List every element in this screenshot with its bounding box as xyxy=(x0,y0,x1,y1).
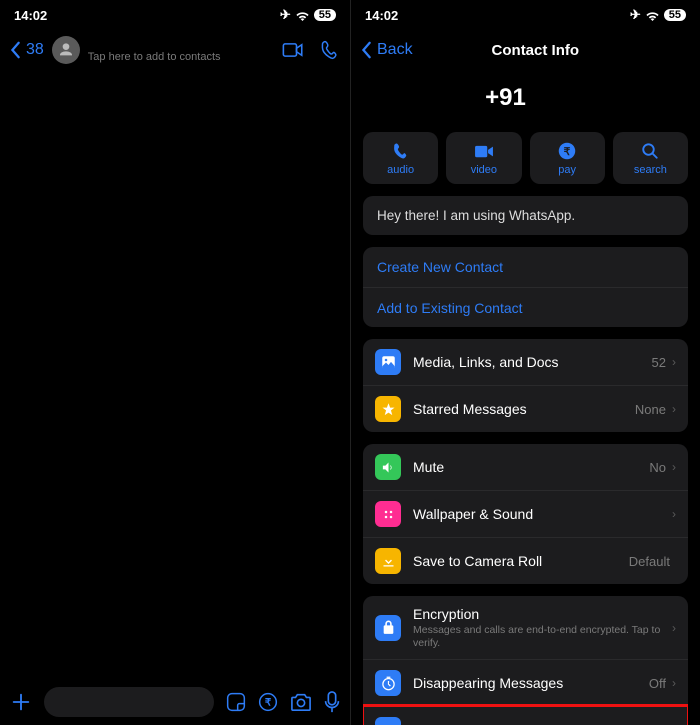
airplane-icon: ✈︎ xyxy=(630,7,641,23)
info-navbar: Back Contact Info xyxy=(351,30,700,70)
action-label: pay xyxy=(558,164,576,176)
speaker-icon xyxy=(375,454,401,480)
chat-navbar: 38 Tap here to add to contacts xyxy=(0,30,350,70)
mic-icon xyxy=(324,691,340,713)
disappearing-row[interactable]: Disappearing Messages Off › xyxy=(363,659,688,706)
mic-button[interactable] xyxy=(324,691,340,713)
row-label: Media, Links, and Docs xyxy=(413,354,652,370)
mute-row[interactable]: Mute No › xyxy=(363,444,688,490)
video-action[interactable]: video xyxy=(446,132,521,184)
chevron-right-icon: › xyxy=(672,460,676,474)
row-label: Encryption Messages and calls are end-to… xyxy=(413,606,672,649)
row-value: None xyxy=(635,402,666,417)
timer-icon xyxy=(375,670,401,696)
media-group: Media, Links, and Docs 52 › Starred Mess… xyxy=(363,339,688,432)
row-label: Add to Existing Contact xyxy=(377,300,676,316)
audio-action[interactable]: audio xyxy=(363,132,438,184)
chevron-right-icon: › xyxy=(672,402,676,416)
svg-text:₹: ₹ xyxy=(564,146,571,158)
photos-icon xyxy=(375,349,401,375)
lock-icon xyxy=(375,615,401,641)
row-value: Off xyxy=(649,676,666,691)
avatar[interactable] xyxy=(52,36,80,64)
wallpaper-icon xyxy=(375,501,401,527)
star-icon xyxy=(375,396,401,422)
clock: 14:02 xyxy=(365,8,398,23)
chat-screen: 14:02 ✈︎ 55 38 Tap here to add to contac… xyxy=(0,0,350,725)
airplane-icon: ✈︎ xyxy=(280,7,291,23)
create-contact-row[interactable]: Create New Contact xyxy=(363,247,688,287)
svg-text:₹: ₹ xyxy=(265,697,272,708)
rupee-icon: ₹ xyxy=(558,142,576,160)
battery-badge: 55 xyxy=(314,9,336,21)
row-label: Save to Camera Roll xyxy=(413,553,629,569)
download-icon xyxy=(375,548,401,574)
sticker-icon xyxy=(226,692,246,712)
row-label: Starred Messages xyxy=(413,401,635,417)
search-icon xyxy=(641,142,659,160)
video-icon xyxy=(474,145,494,158)
chevron-right-icon: › xyxy=(672,676,676,690)
rupee-icon: ₹ xyxy=(258,692,278,712)
action-label: audio xyxy=(387,164,414,176)
back-button[interactable]: 38 xyxy=(10,41,44,59)
contact-links-group: Create New Contact Add to Existing Conta… xyxy=(363,247,688,327)
starred-row[interactable]: Starred Messages None › xyxy=(363,385,688,432)
chevron-right-icon: › xyxy=(672,507,676,521)
chevron-left-icon xyxy=(10,41,22,59)
row-label: Create New Contact xyxy=(377,259,676,275)
plus-icon xyxy=(10,691,32,713)
pay-action[interactable]: ₹ pay xyxy=(530,132,605,184)
plus-button[interactable] xyxy=(10,691,32,713)
clock: 14:02 xyxy=(14,8,47,23)
back-count: 38 xyxy=(26,41,44,59)
wallpaper-row[interactable]: Wallpaper & Sound › xyxy=(363,490,688,537)
add-existing-contact-row[interactable]: Add to Existing Contact xyxy=(363,287,688,327)
wifi-icon xyxy=(645,10,660,21)
video-icon xyxy=(282,43,304,57)
sticker-button[interactable] xyxy=(226,692,246,712)
row-label: Wallpaper & Sound xyxy=(413,506,672,522)
input-bar: ₹ xyxy=(0,679,350,725)
video-call-button[interactable] xyxy=(282,43,304,57)
action-row: audio video ₹ pay search xyxy=(363,132,688,184)
row-value: Default xyxy=(629,554,670,569)
chat-lock-icon xyxy=(375,717,401,725)
settings-group: Mute No › Wallpaper & Sound › Save to Ca… xyxy=(363,444,688,584)
camera-button[interactable] xyxy=(290,692,312,712)
chevron-left-icon xyxy=(361,41,373,59)
phone-icon xyxy=(392,142,410,160)
audio-call-button[interactable] xyxy=(320,40,340,60)
camera-icon xyxy=(290,692,312,712)
chat-lock-row[interactable]: Chat Lock Off › xyxy=(363,706,688,725)
battery-badge: 55 xyxy=(664,9,686,21)
row-value: 52 xyxy=(652,355,666,370)
contact-info-screen: 14:02 ✈︎ 55 Back Contact Info +91 audio … xyxy=(350,0,700,725)
status-bar: 14:02 ✈︎ 55 xyxy=(351,0,700,30)
search-action[interactable]: search xyxy=(613,132,688,184)
phone-number: +91 xyxy=(350,70,700,132)
page-title: Contact Info xyxy=(381,42,690,59)
phone-icon xyxy=(320,40,340,60)
encryption-row[interactable]: Encryption Messages and calls are end-to… xyxy=(363,596,688,659)
person-icon xyxy=(58,42,74,58)
chevron-right-icon: › xyxy=(672,621,676,635)
status-text[interactable]: Hey there! I am using WhatsApp. xyxy=(363,196,688,235)
wifi-icon xyxy=(295,10,310,21)
action-label: search xyxy=(634,164,667,176)
row-label: Mute xyxy=(413,459,649,475)
row-value: No xyxy=(649,460,666,475)
row-subtext: Messages and calls are end-to-end encryp… xyxy=(413,624,672,649)
chevron-right-icon: › xyxy=(672,355,676,369)
security-group: Encryption Messages and calls are end-to… xyxy=(363,596,688,725)
camera-roll-row[interactable]: Save to Camera Roll Default xyxy=(363,537,688,584)
message-input[interactable] xyxy=(44,687,214,717)
row-label: Disappearing Messages xyxy=(413,675,649,691)
rupee-button[interactable]: ₹ xyxy=(258,692,278,712)
add-contact-hint[interactable]: Tap here to add to contacts xyxy=(88,51,274,63)
action-label: video xyxy=(471,164,497,176)
status-bar: 14:02 ✈︎ 55 xyxy=(0,0,350,30)
media-row[interactable]: Media, Links, and Docs 52 › xyxy=(363,339,688,385)
